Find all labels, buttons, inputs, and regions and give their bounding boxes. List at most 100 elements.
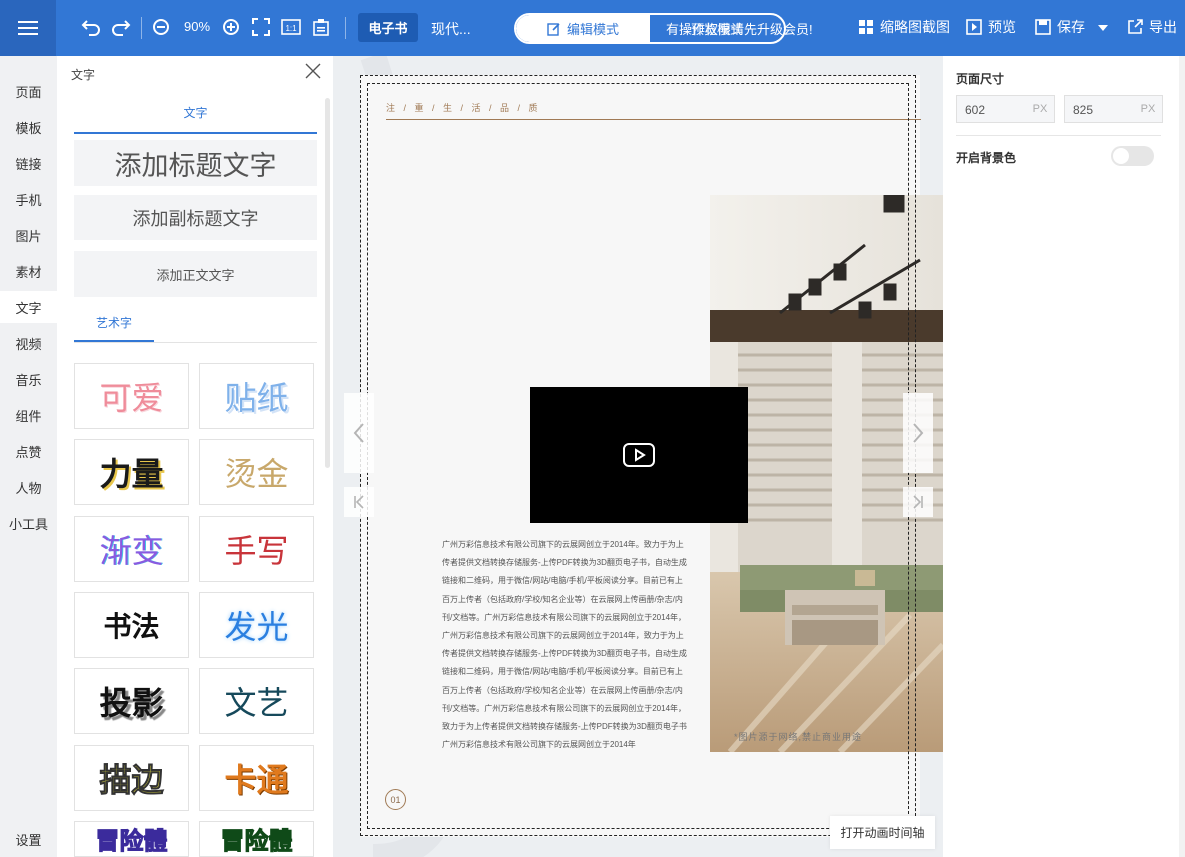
- save-button[interactable]: 保存: [1035, 17, 1085, 37]
- fit-screen-icon[interactable]: [250, 16, 272, 38]
- toolbar-divider: [345, 17, 346, 39]
- left-nav: 页面 模板 链接 手机 图片 素材 文字 视频 音乐 组件 点赞 人物 小工具 …: [0, 56, 57, 857]
- toolbar-divider: [141, 17, 142, 39]
- svg-text:1:1: 1:1: [285, 24, 297, 33]
- properties-panel: 页面尺寸 602 PX 825 PX 开启背景色: [943, 56, 1185, 857]
- first-page-button[interactable]: [344, 487, 374, 517]
- nav-item-settings[interactable]: 设置: [0, 825, 57, 853]
- redo-icon[interactable]: [110, 16, 132, 38]
- page-size-label: 页面尺寸: [956, 72, 1005, 86]
- add-body-text-button[interactable]: 添加正文文字: [74, 251, 317, 297]
- nav-item-video[interactable]: 视频: [0, 329, 57, 357]
- tab-ebook[interactable]: 电子书: [358, 13, 418, 42]
- last-page-icon: [913, 495, 923, 509]
- canvas-area: 注 / 重 / 生 / 活 / 品 / 质 广州万彩信息技术有限公司旗下的云展网…: [333, 56, 943, 857]
- play-icon: [623, 443, 655, 467]
- nav-item-component[interactable]: 组件: [0, 401, 57, 429]
- edit-mode-label: 编辑模式: [566, 22, 619, 37]
- close-icon[interactable]: [304, 62, 322, 80]
- art-text-cartoon[interactable]: 卡通: [199, 745, 314, 811]
- art-text-adventure-green[interactable]: 冒险體: [199, 821, 314, 857]
- tagline-underline: [386, 119, 921, 120]
- background-color-toggle[interactable]: [1111, 146, 1154, 166]
- art-text-cute[interactable]: 可爱: [74, 363, 189, 429]
- add-subtitle-text-button[interactable]: 添加副标题文字: [74, 195, 317, 240]
- tab-art-text[interactable]: 艺术字: [74, 314, 154, 342]
- page-number: 01: [385, 789, 406, 810]
- nav-item-music[interactable]: 音乐: [0, 365, 57, 393]
- art-text-glow[interactable]: 发光: [199, 592, 314, 658]
- nav-item-page[interactable]: 页面: [0, 77, 57, 105]
- tab-text[interactable]: 文字: [74, 104, 317, 134]
- panel-scrollbar[interactable]: [325, 98, 330, 468]
- export-button[interactable]: 导出: [1127, 17, 1177, 37]
- page-tagline: 注 / 重 / 生 / 活 / 品 / 质: [386, 103, 541, 113]
- art-text-gradient[interactable]: 渐变: [74, 516, 189, 582]
- zoom-level: 90%: [184, 19, 211, 34]
- export-label: 导出: [1149, 19, 1177, 35]
- page-height-input[interactable]: 825 PX: [1064, 95, 1163, 123]
- thumbnail-screenshot-button[interactable]: 缩略图截图: [858, 17, 950, 37]
- art-text-handwrite[interactable]: 手写: [199, 516, 314, 582]
- upgrade-notice: 有操作权限请先升级会员!: [666, 22, 813, 37]
- clipboard-icon[interactable]: [310, 16, 332, 38]
- edit-mode-button[interactable]: 编辑模式: [516, 15, 650, 42]
- nav-item-template[interactable]: 模板: [0, 113, 57, 141]
- top-toolbar: 90% 1:1 电子书 现代... 编辑模式 预览模式 有操作权限请先升级会员!…: [0, 0, 1185, 56]
- open-animation-timeline-button[interactable]: 打开动画时间轴: [830, 816, 935, 849]
- page-height-unit: PX: [1140, 103, 1156, 115]
- first-page-icon: [354, 495, 364, 509]
- art-text-outline[interactable]: 描边: [74, 745, 189, 811]
- save-label: 保存: [1057, 19, 1085, 35]
- chevron-right-icon: [913, 423, 924, 443]
- art-text-shadow[interactable]: 投影: [74, 668, 189, 734]
- tab-modern[interactable]: 现代...: [431, 19, 471, 39]
- thumbnail-icon: [859, 20, 873, 34]
- panel-title: 文字: [71, 68, 96, 82]
- preview-button[interactable]: 预览: [966, 17, 1016, 37]
- actual-size-icon[interactable]: 1:1: [280, 16, 302, 38]
- page-body-text[interactable]: 广州万彩信息技术有限公司旗下的云展网创立于2014年。致力于为上传者提供文档转换…: [442, 536, 690, 754]
- art-text-sticker[interactable]: 贴纸: [199, 363, 314, 429]
- page-width-input[interactable]: 602 PX: [956, 95, 1055, 123]
- thumbnail-label: 缩略图截图: [880, 19, 950, 35]
- nav-item-material[interactable]: 素材: [0, 257, 57, 285]
- art-text-adventure[interactable]: 冒险體: [74, 821, 189, 857]
- art-text-power[interactable]: 力量: [74, 439, 189, 505]
- nav-item-character[interactable]: 人物: [0, 473, 57, 501]
- zoom-in-icon[interactable]: [220, 16, 242, 38]
- nav-item-tools[interactable]: 小工具: [0, 509, 57, 537]
- prev-page-button[interactable]: [344, 393, 374, 473]
- menu-icon[interactable]: [0, 0, 56, 56]
- page-height-value: 825: [1073, 103, 1094, 117]
- chevron-left-icon: [353, 423, 364, 443]
- video-block[interactable]: [530, 387, 748, 523]
- save-icon: [1035, 19, 1051, 35]
- edit-icon: [547, 22, 560, 36]
- art-text-calligraphy[interactable]: 书法: [74, 592, 189, 658]
- page-width-value: 602: [965, 103, 986, 117]
- toggle-knob: [1113, 148, 1129, 164]
- next-page-button[interactable]: [903, 393, 933, 473]
- photo-caption: *图片源于网络,禁止商业用途: [734, 732, 863, 742]
- undo-icon[interactable]: [80, 16, 102, 38]
- add-title-text-button[interactable]: 添加标题文字: [74, 140, 317, 186]
- nav-item-link[interactable]: 链接: [0, 149, 57, 177]
- art-text-literary[interactable]: 文艺: [199, 668, 314, 734]
- page-width-unit: PX: [1032, 103, 1048, 115]
- nav-item-phone[interactable]: 手机: [0, 185, 57, 213]
- preview-icon: [966, 19, 982, 35]
- nav-item-text[interactable]: 文字: [0, 291, 57, 323]
- divider: [74, 342, 317, 343]
- art-text-gold[interactable]: 烫金: [199, 439, 314, 505]
- zoom-out-icon[interactable]: [150, 16, 172, 38]
- background-color-label: 开启背景色: [956, 151, 1017, 165]
- text-panel: 文字 文字 添加标题文字 添加副标题文字 添加正文文字 艺术字 可爱 贴纸 力量…: [57, 56, 333, 857]
- save-dropdown-icon[interactable]: [1092, 17, 1114, 39]
- export-icon: [1128, 19, 1143, 34]
- divider: [956, 135, 1161, 136]
- nav-item-like[interactable]: 点赞: [0, 437, 57, 465]
- nav-item-image[interactable]: 图片: [0, 221, 57, 249]
- last-page-button[interactable]: [903, 487, 933, 517]
- properties-scrollbar[interactable]: [1179, 56, 1185, 857]
